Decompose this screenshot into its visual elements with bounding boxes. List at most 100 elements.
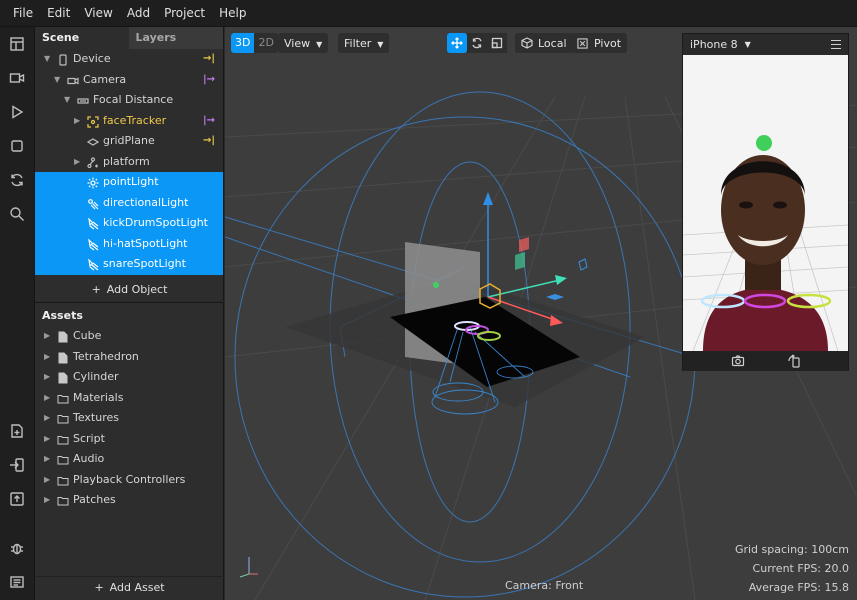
asset-item[interactable]: ▶ Patches	[35, 490, 224, 510]
add-asset-button[interactable]: + Add Asset	[35, 576, 224, 598]
chevron-right-icon[interactable]: ▶	[74, 111, 80, 132]
asset-item[interactable]: ▶ Cylinder	[35, 367, 224, 387]
asset-item[interactable]: ▶ Textures	[35, 408, 224, 428]
menu-file[interactable]: File	[6, 6, 40, 20]
pivot-icon	[577, 37, 588, 49]
chevron-right-icon[interactable]: ▶	[44, 470, 50, 490]
patch-input-icon[interactable]: |→	[203, 111, 215, 132]
hamburger-menu-icon[interactable]	[831, 40, 841, 49]
menu-help[interactable]: Help	[212, 6, 253, 20]
search-icon[interactable]	[8, 205, 26, 223]
mode-2d-button[interactable]: 2D	[254, 33, 277, 53]
import-file-icon[interactable]	[8, 422, 26, 440]
scene-tree-item-label: gridPlane	[103, 134, 155, 147]
patch-output-icon[interactable]: →|	[203, 131, 215, 152]
scene-tabs: Scene Layers	[35, 27, 223, 49]
device-selector[interactable]: iPhone 8 ▼	[683, 34, 848, 55]
console-icon[interactable]	[8, 573, 26, 591]
scene-tree-item[interactable]: pointLight	[35, 172, 223, 193]
face-tracker-icon	[87, 115, 99, 128]
patch-input-icon[interactable]: |→	[203, 70, 215, 91]
move-tool-icon[interactable]	[447, 33, 467, 53]
folder-icon	[57, 494, 69, 506]
rotate-tool-icon[interactable]	[467, 33, 487, 53]
view-dropdown[interactable]: View ▼	[278, 33, 329, 53]
local-label: Local	[538, 36, 567, 50]
asset-item[interactable]: ▶ Materials	[35, 388, 224, 408]
menu-add[interactable]: Add	[120, 6, 157, 20]
null-object-icon	[87, 156, 99, 168]
menu-project[interactable]: Project	[157, 6, 212, 20]
capture-photo-icon[interactable]	[731, 354, 745, 368]
menu-edit[interactable]: Edit	[40, 6, 77, 20]
tab-layers[interactable]: Layers	[128, 27, 223, 49]
scene-tree-item[interactable]: kickDrumSpotLight	[35, 213, 223, 234]
send-to-device-icon[interactable]	[8, 456, 26, 474]
scene-tree-item[interactable]: hi-hatSpotLight	[35, 233, 223, 254]
left-tool-rail	[0, 27, 35, 600]
chevron-right-icon[interactable]: ▶	[44, 429, 50, 449]
upload-icon[interactable]	[8, 490, 26, 508]
chevron-down-icon[interactable]: ▼	[54, 70, 60, 91]
pivot-toggle[interactable]: Pivot	[571, 33, 628, 53]
chevron-down-icon[interactable]: ▼	[64, 90, 70, 111]
scene-tree-item[interactable]: directionalLight	[35, 192, 223, 213]
folder-icon	[57, 392, 69, 404]
asset-item-label: Materials	[73, 390, 124, 404]
add-object-button[interactable]: + Add Object	[35, 279, 224, 301]
scene-tree-item[interactable]: ▶ faceTracker |→	[35, 111, 223, 132]
chevron-right-icon[interactable]: ▶	[44, 347, 50, 367]
scene-tree-item[interactable]: ▼ Device →|	[35, 49, 223, 70]
tab-scene[interactable]: Scene	[35, 27, 129, 49]
scene-tree-item-label: kickDrumSpotLight	[103, 216, 208, 229]
asset-item[interactable]: ▶ Script	[35, 429, 224, 449]
asset-item-label: Audio	[73, 452, 105, 465]
scene-tree-item-label: faceTracker	[103, 113, 167, 127]
chevron-right-icon[interactable]: ▶	[44, 408, 50, 428]
chevron-right-icon[interactable]: ▶	[44, 388, 50, 408]
scene-tree-item[interactable]: ▶ platform	[35, 152, 223, 173]
rotate-device-icon[interactable]	[787, 354, 801, 368]
current-fps: Current FPS: 20.0	[752, 562, 849, 575]
plus-icon: +	[94, 581, 104, 594]
axis-indicator-icon	[239, 557, 258, 578]
asset-item[interactable]: ▶ Cube	[35, 326, 224, 346]
scene-tree-item[interactable]: gridPlane →|	[35, 131, 223, 152]
chevron-right-icon[interactable]: ▶	[44, 449, 50, 469]
filter-dropdown[interactable]: Filter ▼	[338, 33, 390, 53]
3d-viewport[interactable]: 3D 2D View ▼ Filter ▼ Local Pivot iPhone 8…	[225, 27, 857, 600]
file-icon	[57, 351, 69, 363]
scene-tree-item[interactable]: ▼ Focal Distance	[35, 90, 223, 111]
mode-3d-button[interactable]: 3D	[231, 33, 255, 53]
local-toggle[interactable]: Local	[515, 33, 573, 53]
scale-tool-icon[interactable]	[487, 33, 507, 53]
video-camera-icon[interactable]	[8, 69, 26, 87]
stop-icon[interactable]	[8, 137, 26, 155]
chevron-right-icon[interactable]: ▶	[44, 367, 50, 387]
patch-output-icon[interactable]: →|	[203, 49, 215, 70]
asset-item[interactable]: ▶ Tetrahedron	[35, 347, 224, 367]
file-icon	[57, 330, 69, 343]
camera-icon	[67, 74, 79, 86]
bug-icon[interactable]	[8, 539, 26, 557]
folder-icon	[57, 453, 69, 465]
chevron-down-icon[interactable]: ▼	[44, 49, 50, 70]
menu-view[interactable]: View	[77, 6, 119, 20]
asset-item-label: Tetrahedron	[73, 349, 139, 363]
asset-item[interactable]: ▶ Audio	[35, 449, 224, 469]
chevron-right-icon[interactable]: ▶	[44, 326, 50, 346]
transform-tools	[447, 33, 507, 53]
refresh-icon[interactable]	[8, 171, 26, 189]
asset-item[interactable]: ▶ Playback Controllers	[35, 470, 224, 490]
chevron-right-icon[interactable]: ▶	[44, 490, 50, 510]
play-icon[interactable]	[8, 103, 26, 121]
point-light-icon	[87, 176, 99, 189]
chevron-right-icon[interactable]: ▶	[74, 152, 80, 173]
device-icon	[57, 53, 69, 66]
scene-tree-item[interactable]: ▼ Camera |→	[35, 70, 223, 91]
scene-tree-item[interactable]: snareSpotLight	[35, 254, 223, 275]
layout-icon[interactable]	[8, 35, 26, 53]
scene-tree-item-label: hi-hatSpotLight	[103, 236, 188, 250]
folder-icon	[57, 474, 69, 486]
face-preview-image	[683, 55, 848, 351]
